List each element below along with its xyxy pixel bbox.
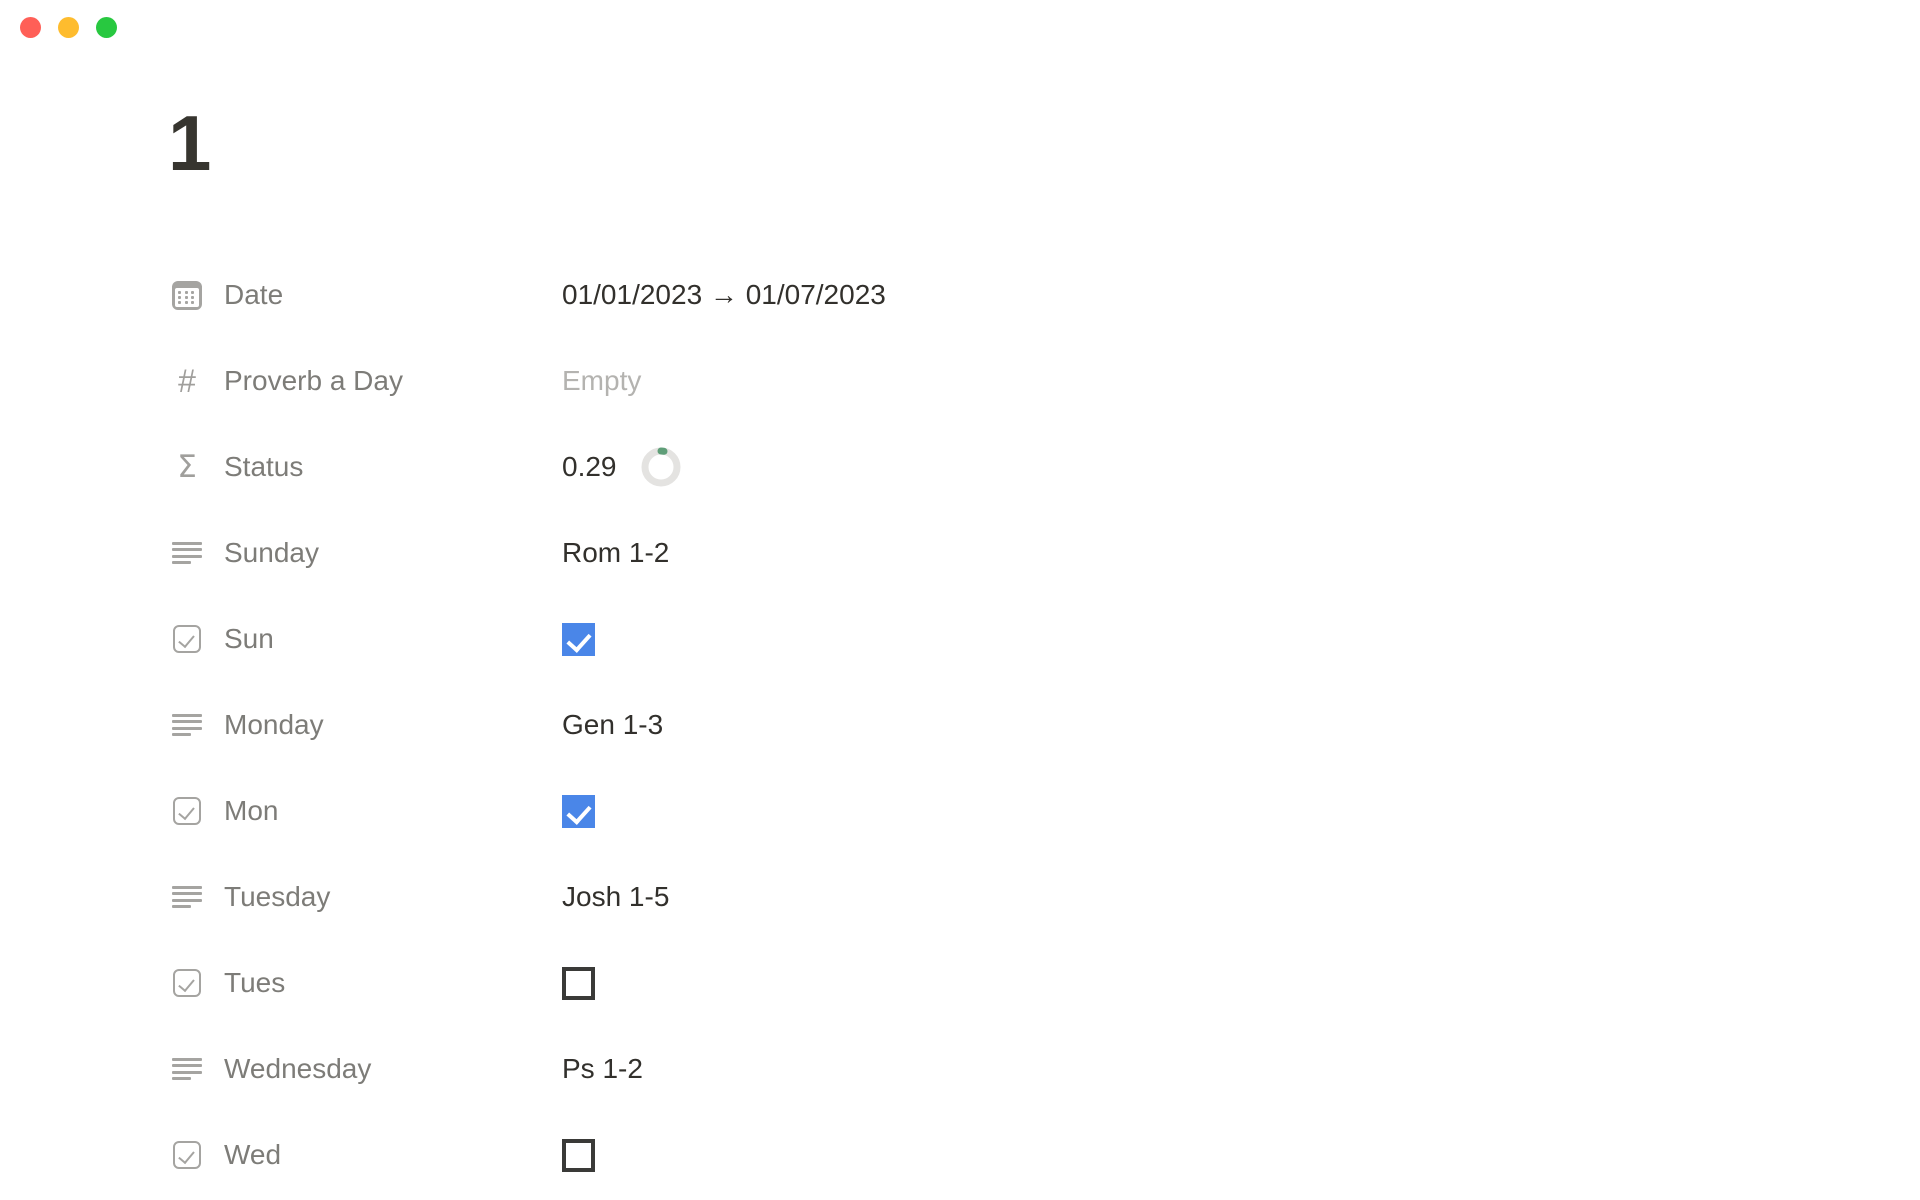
property-row: Wednesday Ps 1-2	[170, 1026, 1370, 1112]
property-value-cell[interactable]	[562, 1138, 595, 1172]
property-value-cell[interactable]: Ps 1-2	[562, 1055, 643, 1083]
property-value-cell[interactable]: 0.29	[562, 445, 683, 489]
property-value-cell[interactable]: Gen 1-3	[562, 711, 663, 739]
property-value-cell[interactable]: Rom 1-2	[562, 539, 669, 567]
property-name: Tues	[224, 967, 286, 998]
property-value-cell[interactable]	[562, 794, 595, 828]
property-list: Date 01/01/2023 → 01/07/2023 # Proverb a Da…	[170, 252, 1370, 1198]
property-value-text: Rom 1-2	[562, 537, 670, 568]
calendar-icon	[170, 278, 204, 312]
page-content: 1 Date 01/01/2023 → 01/07/2023 # Proverb a …	[0, 0, 1920, 1200]
property-name: Wednesday	[224, 1053, 372, 1084]
property-row: Mon	[170, 768, 1370, 854]
property-name: Mon	[224, 795, 279, 826]
property-value-cell[interactable]	[562, 966, 595, 1000]
property-value-cell[interactable]: 01/01/2023 → 01/07/2023	[562, 281, 886, 309]
checkbox-property-icon	[170, 622, 204, 656]
sigma-icon: Σ	[177, 448, 197, 485]
property-name: Status	[224, 451, 304, 482]
property-row: Date 01/01/2023 → 01/07/2023	[170, 252, 1370, 338]
text-lines-icon	[170, 536, 204, 570]
checkbox-checked[interactable]	[562, 794, 595, 828]
property-value-text: Gen 1-3	[562, 709, 664, 740]
property-row: Wed	[170, 1112, 1370, 1198]
page-title[interactable]: 1	[168, 104, 211, 182]
property-value-cell[interactable]: Josh 1-5	[562, 883, 669, 911]
property-label-cell[interactable]: Date	[170, 278, 562, 312]
property-value-text: Empty	[562, 365, 642, 396]
property-value-cell[interactable]	[562, 622, 595, 656]
property-label-cell[interactable]: Wed	[170, 1138, 562, 1172]
property-row: Sun	[170, 596, 1370, 682]
property-name: Sun	[224, 623, 274, 654]
text-lines-icon	[170, 880, 204, 914]
property-name: Proverb a Day	[224, 365, 403, 396]
checkbox-unchecked[interactable]	[562, 966, 595, 1000]
property-label-cell[interactable]: Wednesday	[170, 1052, 562, 1086]
property-label-cell[interactable]: # Proverb a Day	[170, 364, 562, 398]
progress-ring	[639, 445, 683, 489]
property-label-cell[interactable]: Tuesday	[170, 880, 562, 914]
hash-icon: #	[178, 363, 196, 399]
checkbox-property-icon	[170, 1138, 204, 1172]
property-name: Wed	[224, 1139, 282, 1170]
property-label-cell[interactable]: Sun	[170, 622, 562, 656]
property-row: Tues	[170, 940, 1370, 1026]
property-value-text: Josh 1-5	[562, 881, 670, 912]
property-row: Tuesday Josh 1-5	[170, 854, 1370, 940]
property-value-text: 01/01/2023 → 01/07/2023	[562, 279, 886, 310]
property-name: Monday	[224, 709, 324, 740]
text-lines-icon	[170, 1052, 204, 1086]
text-lines-icon	[170, 708, 204, 742]
property-label-cell[interactable]: Tues	[170, 966, 562, 1000]
property-row: Monday Gen 1-3	[170, 682, 1370, 768]
property-label-cell[interactable]: Sunday	[170, 536, 562, 570]
property-value-text: Ps 1-2	[562, 1053, 643, 1084]
property-name: Date	[224, 279, 284, 310]
property-row: Sunday Rom 1-2	[170, 510, 1370, 596]
property-label-cell[interactable]: Mon	[170, 794, 562, 828]
checkbox-property-icon	[170, 966, 204, 1000]
property-name: Tuesday	[224, 881, 331, 912]
property-label-cell[interactable]: Monday	[170, 708, 562, 742]
checkbox-unchecked[interactable]	[562, 1138, 595, 1172]
checkbox-property-icon	[170, 794, 204, 828]
property-value-cell[interactable]: Empty	[562, 367, 641, 395]
property-label-cell[interactable]: Σ Status	[170, 450, 562, 484]
property-row: # Proverb a Day Empty	[170, 338, 1370, 424]
checkbox-checked[interactable]	[562, 622, 595, 656]
property-name: Sunday	[224, 537, 319, 568]
property-value-text: 0.29	[562, 451, 617, 482]
property-row: Σ Status 0.29	[170, 424, 1370, 510]
